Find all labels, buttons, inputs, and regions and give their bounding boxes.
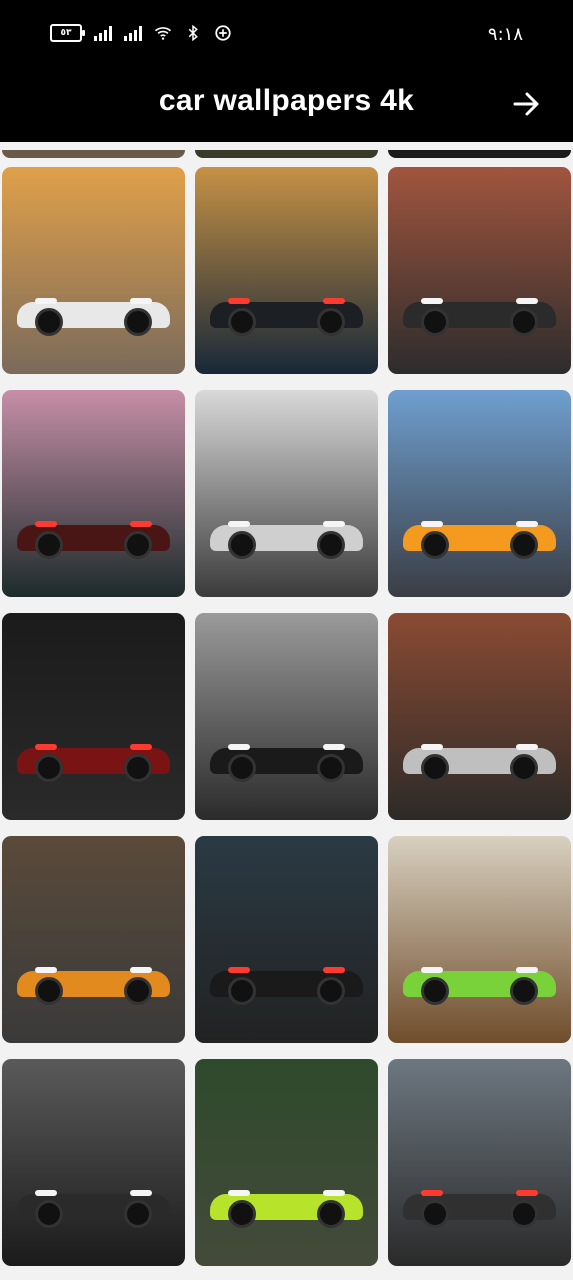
- wallpaper-thumbnail[interactable]: [195, 613, 378, 820]
- car-light: [227, 966, 250, 973]
- app-bar: car wallpapers 4k: [0, 70, 573, 142]
- car-image: [16, 971, 171, 1006]
- car-image: [402, 748, 557, 783]
- car-image: [16, 748, 171, 783]
- clock: ٩:١٨: [487, 24, 523, 45]
- car-light: [516, 520, 539, 527]
- wallpaper-thumbnail[interactable]: [2, 836, 185, 1043]
- car-image: [402, 525, 557, 560]
- car-light: [227, 1189, 250, 1196]
- bluetooth-icon: [188, 24, 198, 42]
- wallpaper-thumbnail[interactable]: [388, 836, 571, 1043]
- status-icons: ٥٣: [50, 24, 232, 42]
- wallpaper-thumbnail[interactable]: [388, 390, 571, 597]
- wallpaper-thumbnail[interactable]: [2, 1059, 185, 1266]
- wallpaper-thumbnail[interactable]: [2, 167, 185, 374]
- car-light: [420, 1189, 443, 1196]
- car-light: [516, 1189, 539, 1196]
- car-image: [209, 1194, 364, 1229]
- car-image: [402, 1194, 557, 1229]
- signal-icon: [94, 25, 112, 41]
- wallpaper-thumbnail[interactable]: [388, 613, 571, 820]
- car-light: [34, 966, 57, 973]
- car-light: [420, 297, 443, 304]
- wallpaper-thumbnail[interactable]: [195, 390, 378, 597]
- car-image: [402, 302, 557, 337]
- car-image: [402, 971, 557, 1006]
- car-image: [16, 525, 171, 560]
- car-light: [227, 297, 250, 304]
- car-light: [323, 520, 346, 527]
- battery-icon: ٥٣: [50, 24, 85, 42]
- car-light: [323, 966, 346, 973]
- car-light: [420, 966, 443, 973]
- car-light: [34, 1189, 57, 1196]
- arrow-right-icon[interactable]: [511, 88, 543, 120]
- car-light: [34, 297, 57, 304]
- car-light: [516, 966, 539, 973]
- car-light: [227, 743, 250, 750]
- car-light: [130, 520, 153, 527]
- wallpaper-thumbnail[interactable]: [388, 1059, 571, 1266]
- car-light: [323, 297, 346, 304]
- car-light: [323, 1189, 346, 1196]
- wallpaper-thumbnail[interactable]: [2, 613, 185, 820]
- car-image: [16, 302, 171, 337]
- car-image: [209, 302, 364, 337]
- wallpaper-grid: [0, 150, 573, 1280]
- car-light: [516, 743, 539, 750]
- car-light: [130, 966, 153, 973]
- car-light: [227, 520, 250, 527]
- wallpaper-thumbnail-partial[interactable]: [388, 150, 571, 158]
- car-image: [209, 971, 364, 1006]
- wallpaper-thumbnail[interactable]: [195, 167, 378, 374]
- data-saver-icon: [215, 25, 231, 41]
- car-light: [420, 520, 443, 527]
- car-light: [130, 297, 153, 304]
- wallpaper-thumbnail[interactable]: [195, 836, 378, 1043]
- wallpaper-thumbnail[interactable]: [388, 167, 571, 374]
- page-title: car wallpapers 4k: [158, 84, 415, 117]
- wallpaper-thumbnail[interactable]: [195, 1059, 378, 1266]
- car-light: [130, 1189, 153, 1196]
- wallpaper-thumbnail-partial[interactable]: [2, 150, 185, 158]
- car-light: [516, 297, 539, 304]
- wallpaper-thumbnail-partial[interactable]: [195, 150, 378, 158]
- car-light: [34, 743, 57, 750]
- signal-icon-2: [124, 25, 142, 41]
- car-light: [323, 743, 346, 750]
- car-image: [16, 1194, 171, 1229]
- wallpaper-thumbnail[interactable]: [2, 390, 185, 597]
- wifi-icon: [154, 27, 172, 40]
- car-image: [209, 525, 364, 560]
- status-bar: ٥٣ ٩:١٨: [0, 0, 573, 70]
- car-light: [130, 743, 153, 750]
- car-light: [34, 520, 57, 527]
- car-light: [420, 743, 443, 750]
- car-image: [209, 748, 364, 783]
